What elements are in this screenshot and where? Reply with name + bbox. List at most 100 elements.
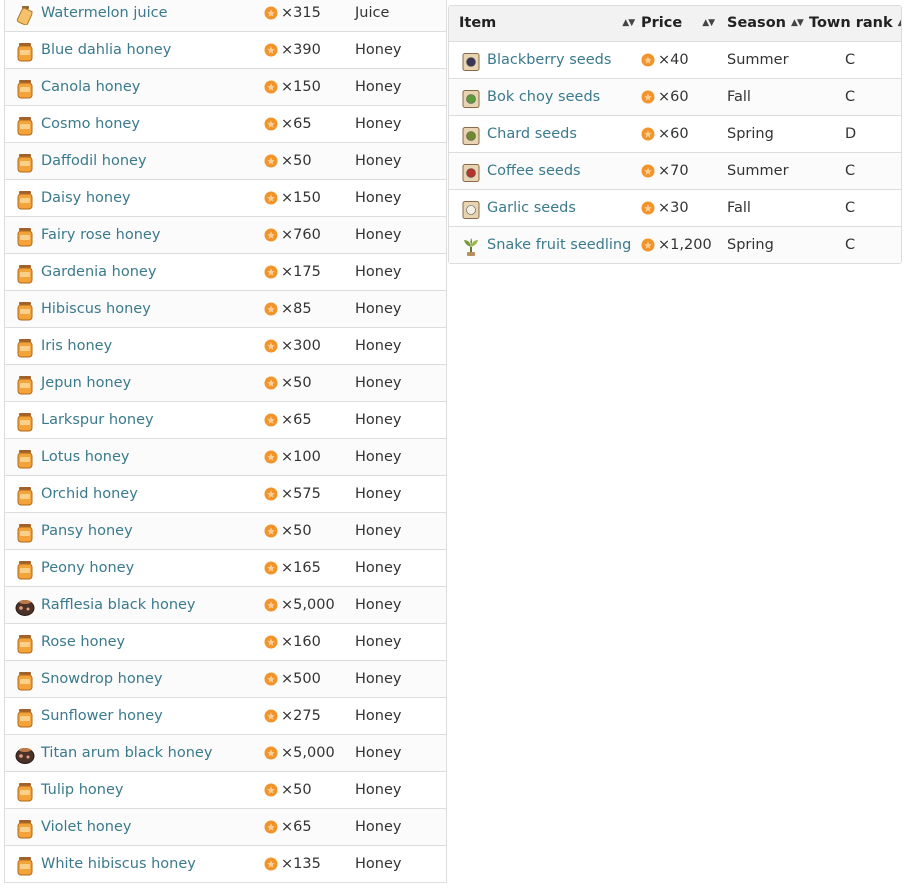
sort-icon[interactable]: ▲▼ xyxy=(622,6,635,41)
item-link[interactable]: Rose honey xyxy=(41,624,125,660)
item-link[interactable]: Garlic seeds xyxy=(487,190,576,226)
item-cell: Canola honey xyxy=(15,69,140,105)
honey-jar-icon xyxy=(15,780,35,802)
price-times: × xyxy=(658,237,671,253)
price-value: 50 xyxy=(293,523,312,539)
item-cell: White hibiscus honey xyxy=(15,846,196,882)
item-link[interactable]: Iris honey xyxy=(41,328,112,364)
table-row: Watermelon juice × 315 Juice xyxy=(5,0,446,32)
type-cell: Honey xyxy=(355,819,402,835)
item-link[interactable]: Titan arum black honey xyxy=(41,735,212,771)
item-link[interactable]: Daisy honey xyxy=(41,180,131,216)
item-link[interactable]: Lotus honey xyxy=(41,439,130,475)
type-cell: Juice xyxy=(355,5,390,21)
honey-jar-icon xyxy=(15,706,35,728)
honey-jar-icon xyxy=(15,336,35,358)
type-cell: Honey xyxy=(355,264,402,280)
item-link[interactable]: Orchid honey xyxy=(41,476,138,512)
coin-icon xyxy=(264,117,281,131)
item-link[interactable]: Fairy rose honey xyxy=(41,217,160,253)
item-link[interactable]: Gardenia honey xyxy=(41,254,156,290)
coin-icon xyxy=(264,302,281,316)
item-cell: Titan arum black honey xyxy=(15,735,212,771)
type-cell: Honey xyxy=(355,634,402,650)
item-cell: Fairy rose honey xyxy=(15,217,160,253)
item-link[interactable]: Jepun honey xyxy=(41,365,131,401)
item-link[interactable]: Blackberry seeds xyxy=(487,42,611,78)
price-value: 65 xyxy=(293,819,312,835)
item-link[interactable]: Pansy honey xyxy=(41,513,133,549)
item-link[interactable]: Bok choy seeds xyxy=(487,79,600,115)
type-cell: Honey xyxy=(355,782,402,798)
honey-jar-icon xyxy=(15,225,35,247)
item-link[interactable]: Canola honey xyxy=(41,69,140,105)
price-value: 50 xyxy=(293,375,312,391)
item-link[interactable]: White hibiscus honey xyxy=(41,846,196,882)
header-town-rank[interactable]: Town rank ▲▼ xyxy=(809,6,901,41)
table-row: Violet honey × 65 Honey xyxy=(5,809,446,846)
item-link[interactable]: Chard seeds xyxy=(487,116,577,152)
price-times: × xyxy=(281,486,294,502)
table-row: Pansy honey × 50 Honey xyxy=(5,513,446,550)
black-honey-icon xyxy=(15,743,35,764)
header-price[interactable]: Price ▲▼ xyxy=(641,6,715,41)
price-value: 500 xyxy=(293,671,321,687)
item-cell: Snake fruit seedling xyxy=(461,227,631,263)
table-row: Jepun honey × 50 Honey xyxy=(5,365,446,402)
item-link[interactable]: Watermelon juice xyxy=(41,0,168,31)
table-row: Blue dahlia honey × 390 Honey xyxy=(5,32,446,69)
price-times: × xyxy=(658,200,671,216)
item-link[interactable]: Tulip honey xyxy=(41,772,123,808)
item-link[interactable]: Sunflower honey xyxy=(41,698,163,734)
table-row: Daffodil honey × 50 Honey xyxy=(5,143,446,180)
item-link[interactable]: Larkspur honey xyxy=(41,402,154,438)
item-cell: Snowdrop honey xyxy=(15,661,162,697)
item-cell: Hibiscus honey xyxy=(15,291,151,327)
type-cell: Honey xyxy=(355,597,402,613)
table-row: Cosmo honey × 65 Honey xyxy=(5,106,446,143)
price-value: 1,200 xyxy=(670,237,712,253)
item-link[interactable]: Rafflesia black honey xyxy=(41,587,196,623)
item-link[interactable]: Peony honey xyxy=(41,550,134,586)
price-value: 160 xyxy=(293,634,321,650)
sort-icon[interactable]: ▲▼ xyxy=(898,6,901,41)
table-row: Bok choy seeds × 60 Fall C xyxy=(449,79,901,116)
price-cell: × 390 xyxy=(264,32,321,68)
item-link[interactable]: Coffee seeds xyxy=(487,153,581,189)
item-link[interactable]: Hibiscus honey xyxy=(41,291,151,327)
type-cell: Honey xyxy=(355,560,402,576)
type-cell: Honey xyxy=(355,301,402,317)
type-cell: Honey xyxy=(355,671,402,687)
honey-jar-icon xyxy=(15,188,35,210)
price-cell: × 500 xyxy=(264,661,321,697)
header-season[interactable]: Season ▲▼ xyxy=(727,6,804,41)
coin-icon xyxy=(264,672,281,686)
season-cell: Spring xyxy=(727,126,774,142)
sort-icon[interactable]: ▲▼ xyxy=(791,6,804,41)
type-cell: Honey xyxy=(355,338,402,354)
type-cell: Honey xyxy=(355,116,402,132)
item-link[interactable]: Snowdrop honey xyxy=(41,661,162,697)
item-link[interactable]: Violet honey xyxy=(41,809,132,845)
header-season-label: Season xyxy=(727,15,786,31)
price-cell: × 40 xyxy=(641,42,689,78)
table-row: Rafflesia black honey × 5,000 Honey xyxy=(5,587,446,624)
table-row: Tulip honey × 50 Honey xyxy=(5,772,446,809)
price-times: × xyxy=(281,856,294,872)
item-link[interactable]: Blue dahlia honey xyxy=(41,32,171,68)
item-link[interactable]: Cosmo honey xyxy=(41,106,140,142)
coin-icon xyxy=(641,90,658,104)
price-value: 150 xyxy=(293,190,321,206)
sort-icon[interactable]: ▲▼ xyxy=(702,6,715,41)
coin-icon xyxy=(641,53,658,67)
price-times: × xyxy=(281,560,294,576)
season-cell: Summer xyxy=(727,52,789,68)
price-times: × xyxy=(281,819,294,835)
price-cell: × 165 xyxy=(264,550,321,586)
price-value: 50 xyxy=(293,153,312,169)
coin-icon xyxy=(264,820,281,834)
item-link[interactable]: Daffodil honey xyxy=(41,143,147,179)
item-link[interactable]: Snake fruit seedling xyxy=(487,227,631,263)
price-value: 275 xyxy=(293,708,321,724)
header-item[interactable]: Item ▲▼ xyxy=(459,6,635,41)
